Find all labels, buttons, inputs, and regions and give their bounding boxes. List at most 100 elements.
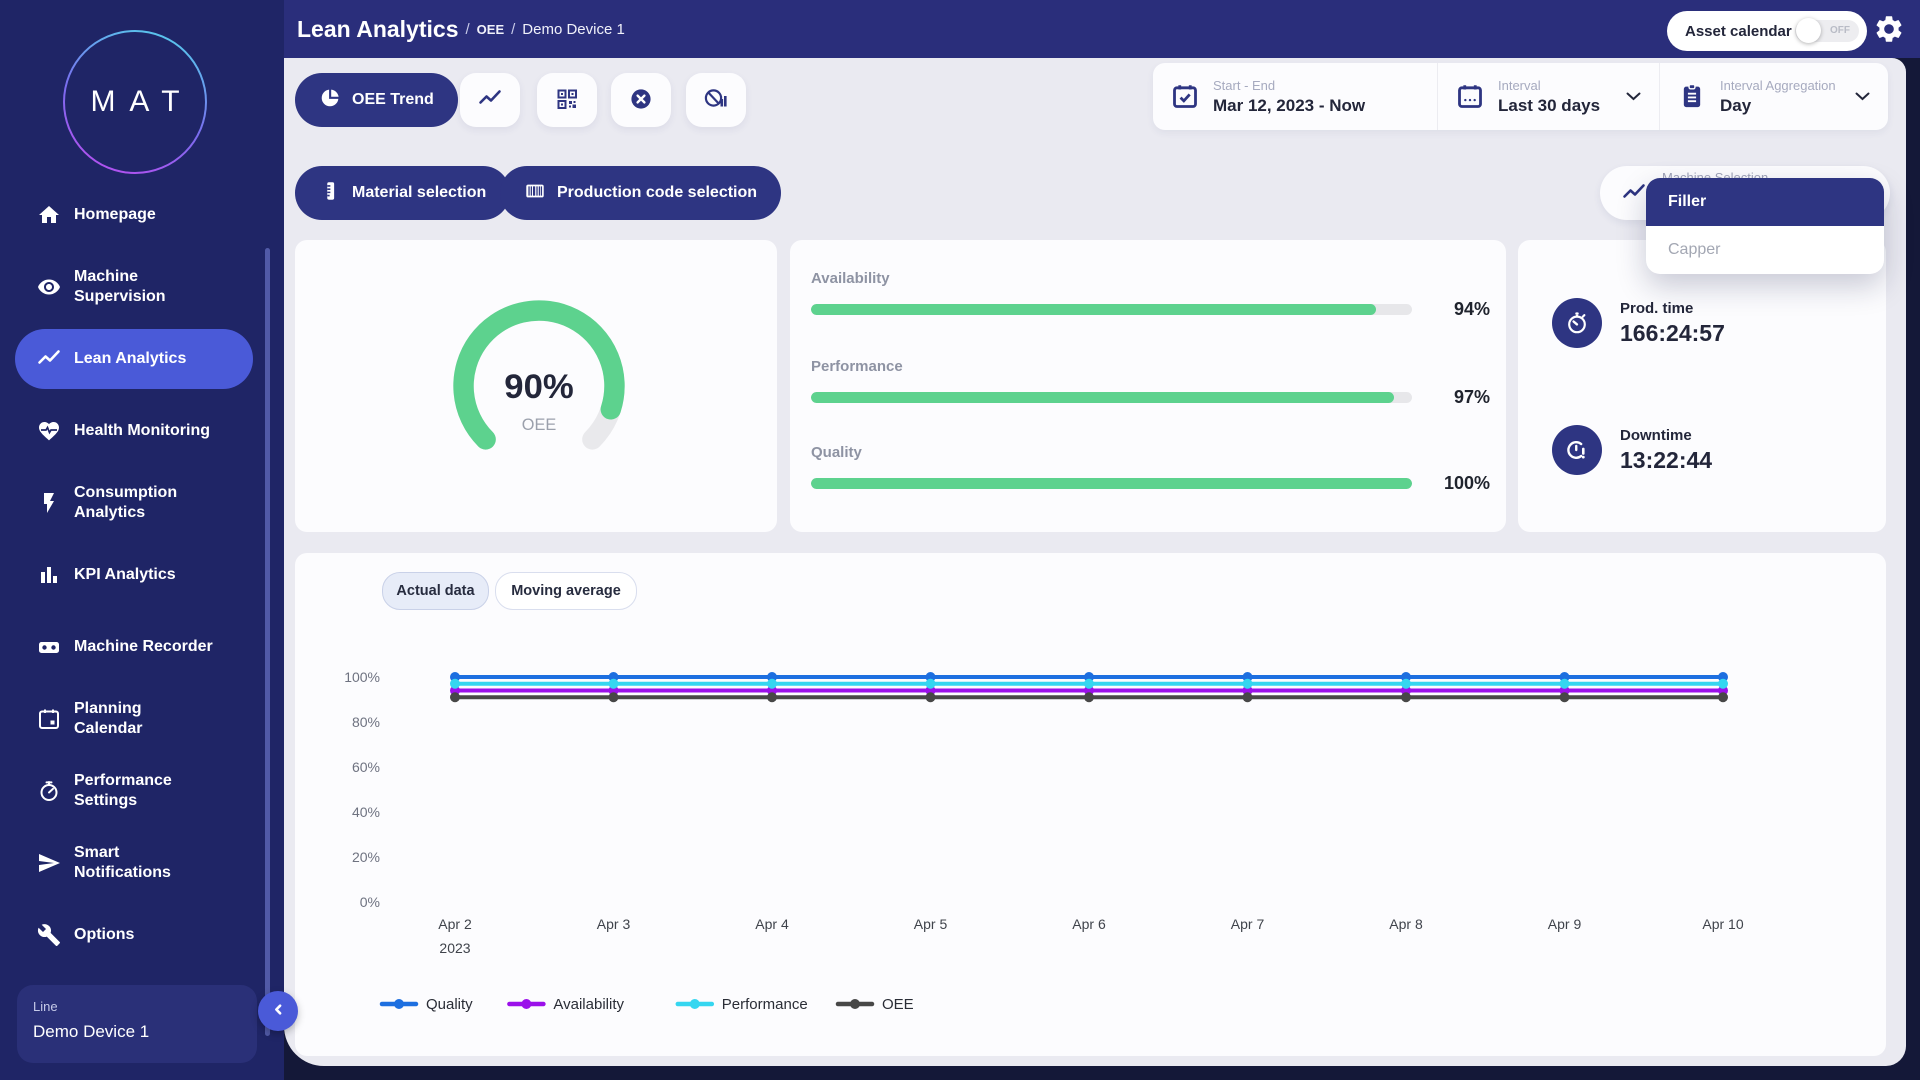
material-selection-button[interactable]: Material selection xyxy=(295,166,510,220)
interval-aggregation-selector[interactable]: Interval Aggregation Day xyxy=(1659,63,1888,130)
sidebar-item-options[interactable]: Options xyxy=(0,899,284,971)
tab-moving-average[interactable]: Moving average xyxy=(495,572,637,610)
y-axis: 0%20%40%60%80%100% xyxy=(344,669,380,910)
sidebar-item-kpi-analytics[interactable]: KPI Analytics xyxy=(0,539,284,611)
legend-item-availability[interactable]: Availability xyxy=(509,996,624,1013)
wrench-icon xyxy=(36,922,62,948)
material-selection-label: Material selection xyxy=(352,184,486,202)
interval-selector[interactable]: Interval Last 30 days xyxy=(1437,63,1659,130)
page-title: Lean Analytics xyxy=(297,16,458,43)
sidebar-item-label: Lean Analytics xyxy=(74,349,186,369)
sidebar-nav: Homepage Machine Supervision Lean Analyt… xyxy=(0,179,284,971)
top-bar: Lean Analytics / OEE / Demo Device 1 Ass… xyxy=(284,0,1920,58)
availability-row: Availability 94% xyxy=(811,270,1490,320)
interval-value: Last 30 days xyxy=(1498,96,1600,116)
tab-actual-data[interactable]: Actual data xyxy=(382,572,489,610)
legend-item-quality[interactable]: Quality xyxy=(382,996,473,1013)
breadcrumb-oee: OEE xyxy=(477,22,504,37)
bar-chart-icon xyxy=(36,562,62,588)
svg-text:40%: 40% xyxy=(352,804,380,820)
oee-trend-label: OEE Trend xyxy=(352,91,434,109)
app-root: MAT Homepage Machine Supervision Lean An… xyxy=(0,0,1920,1080)
no-data-chart-button[interactable] xyxy=(686,73,746,127)
svg-text:Apr 6: Apr 6 xyxy=(1072,916,1106,932)
gauge-label: OEE xyxy=(522,416,557,434)
start-end-label: Start - End xyxy=(1213,78,1365,93)
oee-gauge: 90% OEE xyxy=(437,284,641,488)
interval-label: Interval xyxy=(1498,78,1600,93)
svg-text:60%: 60% xyxy=(352,759,380,775)
quality-value: 100% xyxy=(1426,473,1490,494)
sidebar-item-health-monitoring[interactable]: Health Monitoring xyxy=(0,395,284,467)
dropdown-option-filler[interactable]: Filler xyxy=(1646,178,1884,226)
svg-text:0%: 0% xyxy=(360,894,380,910)
pie-chart-icon xyxy=(319,87,341,114)
sidebar-item-smart-notifications[interactable]: Smart Notifications xyxy=(0,827,284,899)
heart-pulse-icon xyxy=(36,418,62,444)
prod-time-value: 166:24:57 xyxy=(1620,320,1725,347)
speedometer-icon xyxy=(36,778,62,804)
clear-view-button[interactable] xyxy=(611,73,671,127)
legend-item-performance[interactable]: Performance xyxy=(678,996,808,1013)
sidebar-item-machine-supervision[interactable]: Machine Supervision xyxy=(0,251,284,323)
machine-selection-dropdown: Filler Capper xyxy=(1646,178,1884,274)
sidebar-item-consumption-analytics[interactable]: Consumption Analytics xyxy=(0,467,284,539)
trend-icon xyxy=(1622,181,1646,205)
series-oee xyxy=(450,692,1728,702)
send-icon xyxy=(36,850,62,876)
legend-item-oee[interactable]: OEE xyxy=(838,996,914,1013)
sidebar-item-label: Performance Settings xyxy=(74,771,172,811)
prod-time-label: Prod. time xyxy=(1620,300,1725,317)
asset-calendar-toggle[interactable]: OFF xyxy=(1795,20,1859,42)
start-end-value: Mar 12, 2023 - Now xyxy=(1213,96,1365,116)
svg-text:Apr 2: Apr 2 xyxy=(438,916,472,932)
line-chart-view-button[interactable] xyxy=(460,73,520,127)
sidebar-item-lean-analytics[interactable]: Lean Analytics xyxy=(0,323,284,395)
performance-row: Performance 97% xyxy=(811,358,1490,408)
calendar-icon xyxy=(36,706,62,732)
performance-label: Performance xyxy=(811,358,1490,375)
svg-text:20%: 20% xyxy=(352,849,380,865)
sidebar-item-label: Machine Recorder xyxy=(74,637,213,657)
downtime-label: Downtime xyxy=(1620,427,1712,444)
sidebar-item-label: Planning Calendar xyxy=(74,699,142,739)
chevron-down-icon xyxy=(1855,88,1870,106)
svg-text:Apr 10: Apr 10 xyxy=(1702,916,1743,932)
sidebar-collapse-button[interactable] xyxy=(258,991,298,1031)
device-name: Demo Device 1 xyxy=(33,1022,257,1042)
oee-trend-chart: 0%20%40%60%80%100%Apr 22023Apr 3Apr 4Apr… xyxy=(295,553,1886,1056)
production-code-selection-button[interactable]: Production code selection xyxy=(500,166,781,220)
trend-icon xyxy=(36,346,62,372)
sidebar-item-label: Machine Supervision xyxy=(74,267,166,307)
sidebar-scrollbar[interactable] xyxy=(265,248,270,1036)
quality-label: Quality xyxy=(811,444,1490,461)
oee-trend-chart-card: 0%20%40%60%80%100%Apr 22023Apr 3Apr 4Apr… xyxy=(295,553,1886,1056)
breadcrumb-separator: / xyxy=(511,21,515,38)
cylinder-icon xyxy=(319,180,341,207)
svg-text:Quality: Quality xyxy=(426,996,473,1013)
downtime-row: Downtime 13:22:44 xyxy=(1552,425,1712,475)
svg-text:Apr 5: Apr 5 xyxy=(914,916,948,932)
sidebar-item-planning-calendar[interactable]: Planning Calendar xyxy=(0,683,284,755)
oee-trend-button[interactable]: OEE Trend xyxy=(295,73,458,127)
home-icon xyxy=(36,202,62,228)
breadcrumb-separator: / xyxy=(465,21,469,38)
sidebar-item-machine-recorder[interactable]: Machine Recorder xyxy=(0,611,284,683)
qr-grid-view-button[interactable] xyxy=(537,73,597,127)
start-end-selector[interactable]: Start - End Mar 12, 2023 - Now xyxy=(1153,63,1437,130)
barcode-icon xyxy=(524,180,546,207)
chevron-left-icon xyxy=(272,1003,285,1019)
sidebar-item-homepage[interactable]: Homepage xyxy=(0,179,284,251)
sidebar-item-label: Consumption Analytics xyxy=(74,483,177,523)
aggregation-label: Interval Aggregation xyxy=(1720,78,1836,93)
asset-calendar-toggle-pill[interactable]: Asset calendar OFF xyxy=(1667,11,1867,51)
gear-icon[interactable] xyxy=(1873,13,1905,45)
sidebar-item-performance-settings[interactable]: Performance Settings xyxy=(0,755,284,827)
calendar-icon xyxy=(1456,82,1486,112)
dropdown-option-capper[interactable]: Capper xyxy=(1646,226,1884,274)
eye-icon xyxy=(36,274,62,300)
svg-text:Availability: Availability xyxy=(553,996,624,1013)
toggle-knob xyxy=(1796,18,1821,43)
oee-gauge-card: 90% OEE xyxy=(295,240,777,532)
quality-bar-track xyxy=(811,478,1412,489)
